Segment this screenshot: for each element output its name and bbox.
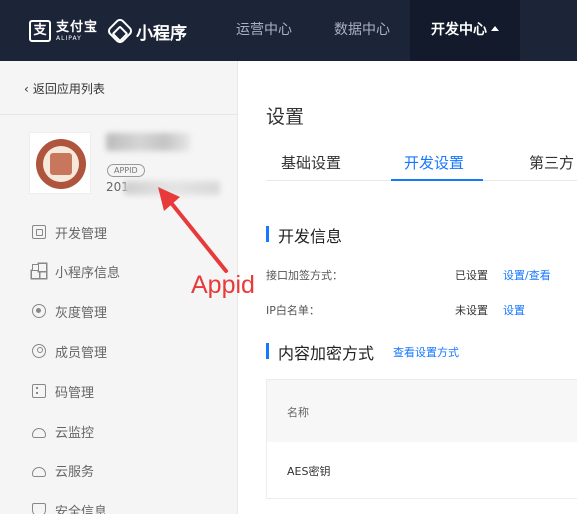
user-icon	[32, 344, 46, 358]
page-title: 设置	[266, 106, 305, 128]
encryption-table: 名称 AES密钥	[266, 379, 577, 499]
broadcast-icon	[32, 304, 46, 318]
sidebar-item-label: 云监控	[55, 425, 95, 441]
sign-method-label: 接口加签方式：	[266, 269, 343, 282]
qrcode-icon	[32, 384, 46, 398]
grid-icon	[32, 264, 46, 278]
dev-info-heading: 开发信息	[266, 223, 342, 247]
nav-ops-center[interactable]: 运营中心	[222, 0, 306, 61]
alipay-cn-text: 支付宝	[56, 19, 99, 35]
product-name: 小程序	[136, 23, 188, 44]
encryption-heading: 内容加密方式	[266, 340, 374, 364]
tab-basic-settings[interactable]: 基础设置	[281, 149, 341, 181]
alipay-en-text: ALIPAY	[56, 34, 82, 42]
top-nav-bar: 支 支付宝 ALIPAY 小程序 运营中心 数据中心 开发中心	[0, 0, 577, 61]
sidebar-item-label: 成员管理	[55, 345, 108, 361]
sidebar-item-gray-release[interactable]: 灰度管理	[32, 301, 107, 321]
sidebar-item-label: 云服务	[55, 464, 95, 480]
cloud-icon	[32, 466, 46, 477]
table-header-name: 名称	[287, 406, 309, 419]
ip-whitelist-label: IP白名单：	[266, 304, 320, 317]
sidebar-divider	[0, 114, 238, 115]
sidebar-item-dev-management[interactable]: 开发管理	[32, 222, 107, 242]
caret-up-icon	[491, 25, 499, 31]
settings-tabs: 基础设置 开发设置 第三方	[266, 149, 577, 181]
app-seal-image	[36, 139, 86, 189]
tab-dev-settings[interactable]: 开发设置	[391, 149, 483, 181]
app-logo	[29, 132, 91, 194]
ip-whitelist-set-link[interactable]: 设置	[503, 302, 525, 318]
sidebar-item-label: 小程序信息	[55, 265, 121, 281]
chevron-left-icon: ‹	[24, 82, 29, 96]
sidebar-item-security-info[interactable]: 安全信息	[32, 500, 107, 514]
app-name-redacted	[106, 133, 190, 151]
nav-data-center[interactable]: 数据中心	[320, 0, 404, 61]
annotation-label: Appid	[191, 271, 255, 299]
main-content: 设置 基础设置 开发设置 第三方 开发信息 接口加签方式： 已设置 设置/查看 …	[238, 61, 577, 514]
sidebar-item-cloud-service[interactable]: 云服务	[32, 460, 94, 480]
sidebar-item-members[interactable]: 成员管理	[32, 341, 107, 361]
nav-dev-label: 开发中心	[431, 22, 487, 38]
sidebar-item-code-management[interactable]: 码管理	[32, 381, 94, 401]
nav-dev-center[interactable]: 开发中心	[410, 0, 520, 61]
back-link-label: 返回应用列表	[32, 82, 105, 96]
sign-method-status: 已设置	[455, 269, 488, 282]
shield-icon	[32, 503, 46, 514]
brand-logo[interactable]: 支 支付宝 ALIPAY 小程序	[29, 16, 188, 46]
table-row-aes-key: AES密钥	[287, 465, 331, 478]
alipay-logo-icon: 支	[29, 20, 51, 42]
back-to-app-list-link[interactable]: ‹ 返回应用列表	[24, 80, 105, 97]
alipay-wordmark: 支付宝 ALIPAY	[56, 19, 99, 42]
sidebar-item-label: 码管理	[55, 385, 95, 401]
sidebar-item-app-info[interactable]: 小程序信息	[32, 261, 120, 281]
sidebar-item-cloud-monitor[interactable]: 云监控	[32, 421, 94, 441]
view-encryption-link[interactable]: 查看设置方式	[393, 344, 459, 360]
annotation-arrow-icon	[158, 187, 228, 273]
sidebar-item-label: 开发管理	[55, 226, 108, 242]
sidebar-item-label: 安全信息	[55, 504, 108, 514]
appid-badge: APPID	[107, 164, 145, 177]
table-header-row: 名称	[267, 380, 577, 442]
tab-third-party[interactable]: 第三方	[529, 149, 574, 181]
code-window-icon	[32, 225, 46, 239]
mini-program-logo-icon	[105, 16, 135, 46]
sign-method-view-link[interactable]: 设置/查看	[503, 267, 551, 283]
ip-whitelist-status: 未设置	[455, 304, 488, 317]
cloud-icon	[32, 427, 46, 438]
sidebar-item-label: 灰度管理	[55, 305, 108, 321]
